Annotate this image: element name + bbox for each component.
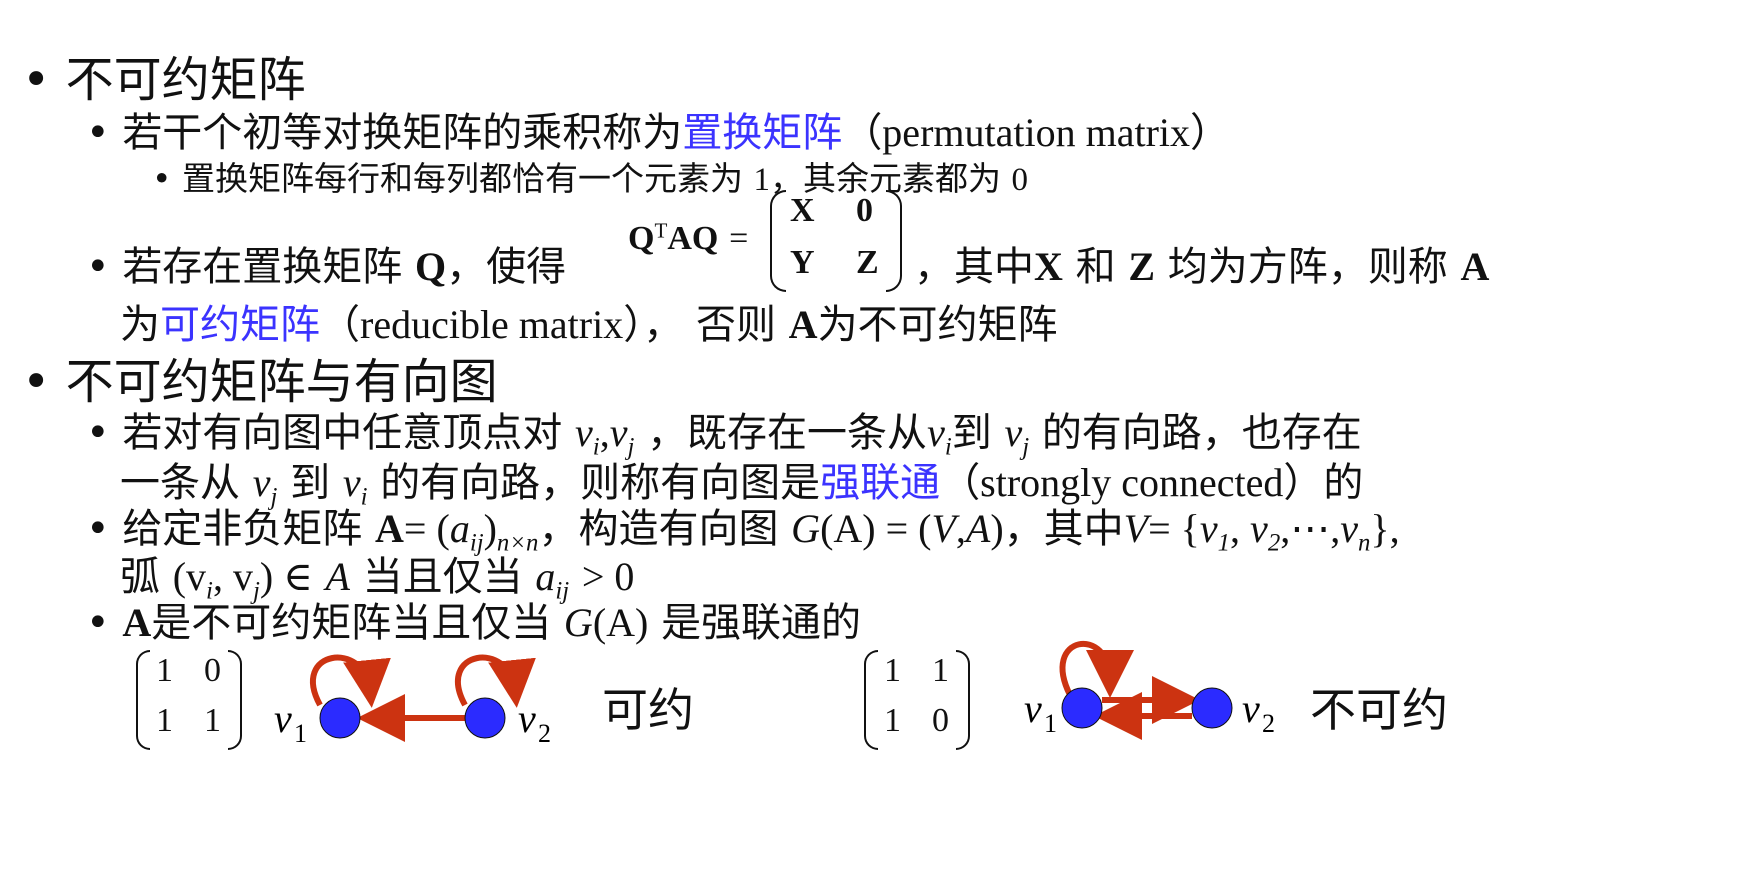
var-vi-2: v	[927, 410, 945, 455]
construct-ellipsis: ,⋯,	[1280, 506, 1341, 551]
ex2-label-v2: v	[1242, 686, 1260, 731]
ex1-label-v2-sub: 2	[538, 719, 551, 748]
permutation-line: • 若干个初等对换矩阵的乘积称为置换矩阵（permutation matrix）	[86, 100, 1230, 158]
bullet-dot-icon: •	[86, 244, 110, 290]
slide: • 不可约矩阵 • 若干个初等对换矩阵的乘积称为置换矩阵（permutation…	[0, 0, 1762, 876]
formula-Q: Q	[628, 220, 655, 257]
bullet-dot-icon: •	[86, 600, 110, 646]
symbol-Q: Q	[415, 244, 447, 289]
ex1-cell-01: 0	[204, 652, 221, 689]
reducible-en: （reducible matrix），	[320, 302, 684, 347]
matrix-cell-X: X	[790, 192, 815, 229]
iff-p2: 是强联通的	[661, 600, 862, 646]
permutation-en: （permutation matrix）	[842, 110, 1231, 155]
note-zero: 0	[1011, 162, 1028, 198]
construct-GA: (A) = (	[820, 506, 932, 551]
formula-eq: =	[729, 220, 749, 257]
term-permutation-matrix: 置换矩阵	[682, 110, 843, 156]
ex1-node-v2	[464, 697, 506, 739]
ex2-cell-00: 1	[884, 652, 901, 689]
note-one: 1	[753, 162, 770, 198]
formula-qtaq: QTAQ =	[628, 218, 748, 258]
block-matrix: X 0 Y Z	[770, 190, 902, 292]
ex1-cell-11: 1	[204, 702, 221, 739]
note-prefix: 置换矩阵每行和每列都恰有一个元素为	[181, 159, 743, 198]
bullet-dot-icon: •	[86, 506, 110, 552]
sub-2: 2	[1267, 529, 1281, 557]
var-A-set: A	[965, 506, 991, 551]
ex2-label-v2-sub: 2	[1262, 709, 1275, 738]
ex1-cell-00: 1	[156, 652, 173, 689]
var-vi: v	[575, 410, 593, 455]
matrix-cell-Y: Y	[790, 244, 815, 281]
ex2-self-loop-v1	[1059, 640, 1134, 698]
reducible-tail: 为不可约矩阵	[817, 302, 1058, 348]
symbol-X: X	[1034, 244, 1063, 289]
sub-1: 1	[1217, 529, 1231, 557]
permutation-prefix: 若干个初等对换矩阵的乘积称为	[122, 110, 683, 156]
construct-eq2: = {	[1148, 506, 1200, 551]
reducible-after: ，其中	[914, 244, 1034, 290]
construct-end: },	[1370, 506, 1400, 551]
var-V-set: V	[1123, 506, 1149, 551]
bullet-dot-icon: •	[86, 410, 110, 456]
var-v2: v	[1250, 506, 1268, 551]
ex2-caption-irreducible: 不可约	[1310, 683, 1448, 737]
ex1-label-v2: v	[518, 696, 536, 741]
formula-AQ: AQ	[667, 220, 719, 257]
ex2-cell-11: 0	[932, 702, 949, 739]
symbol-A-2: A	[788, 302, 818, 347]
reducible-line-1: • 若存在置换矩阵 Q，使得	[86, 234, 566, 292]
symbol-A: A	[1460, 244, 1490, 289]
ex2-node-v2	[1191, 687, 1233, 729]
ex1-node-v1	[319, 697, 361, 739]
reducible-square: 均为方阵，则称	[1167, 244, 1448, 290]
reducible-and: 和	[1075, 244, 1116, 290]
example-2-matrix: 1 1 1 0	[864, 650, 970, 750]
ex1-label-v1: v	[274, 696, 292, 741]
var-V: V	[931, 506, 956, 551]
formula-T: T	[654, 218, 668, 243]
var-vj-2: v	[1004, 410, 1023, 455]
matrix-cell-0: 0	[856, 192, 873, 229]
ex1-cell-10: 1	[156, 702, 173, 739]
matrix-cell-Z: Z	[856, 244, 879, 281]
bullet-dot-icon: •	[152, 159, 172, 198]
var-vj: v	[609, 410, 628, 455]
bullet-dot-icon: •	[22, 52, 51, 108]
iff-GA: (A)	[592, 600, 649, 645]
symbol-Z: Z	[1128, 244, 1156, 289]
example-2-graph: v 1 v 2	[1024, 640, 1275, 740]
example-1-graph: v 1 v 2	[274, 654, 551, 748]
bullet-dot-icon: •	[86, 110, 110, 156]
reducible-otherwise: 否则	[695, 302, 776, 348]
reducible-comma: ，使得	[446, 244, 567, 290]
symbol-A-4: A	[122, 600, 152, 645]
sub-n: n	[1357, 529, 1371, 557]
example-1-matrix: 1 0 1 1	[136, 650, 242, 750]
var-vn: v	[1340, 506, 1358, 551]
construct-close2: )	[990, 506, 1004, 551]
ex1-caption-reducible: 可约	[602, 683, 694, 737]
ex2-cell-01: 1	[932, 652, 949, 689]
ex2-cell-10: 1	[884, 702, 901, 739]
bullet-dot-icon: •	[22, 354, 51, 410]
ex2-node-v1	[1061, 687, 1103, 729]
var-G: G	[791, 506, 821, 551]
reducible-prefix: 若存在置换矩阵	[122, 244, 403, 290]
var-v1: v	[1199, 506, 1218, 551]
ex1-label-v1-sub: 1	[294, 719, 307, 748]
ex2-label-v1-sub: 1	[1044, 709, 1057, 738]
ex2-label-v1: v	[1024, 686, 1042, 731]
reducible-line-1-tail: ，其中X 和 Z 均为方阵，则称 A	[914, 234, 1489, 292]
construct-comma: ,	[955, 506, 966, 551]
construct-p3: ，其中	[1003, 506, 1124, 552]
